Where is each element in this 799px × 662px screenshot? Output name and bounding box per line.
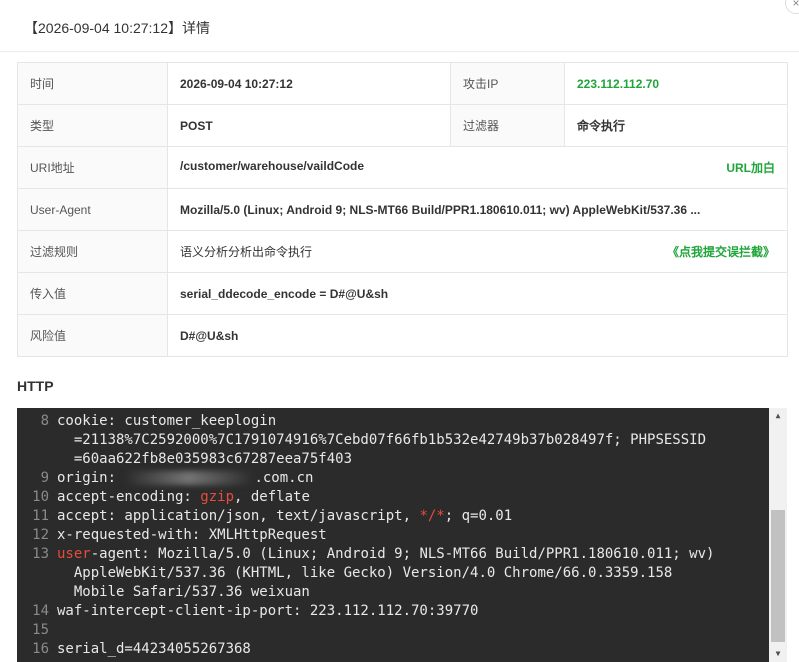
code-text: accept-encoding: gzip, deflate [57,489,310,505]
rule-label: 过滤规则 [17,230,168,273]
code-text: origin: .com.cn [57,470,314,486]
row-user-agent: User-Agent Mozilla/5.0 (Linux; Android 9… [17,188,788,231]
uri-cell: /customer/warehouse/vaildCode URL加白 [167,146,788,189]
code-text: waf-intercept-client-ip-port: 223.112.11… [57,603,479,619]
line-number: 12 [32,527,49,543]
http-section-title: HTTP [17,378,54,394]
filter-value: 命令执行 [564,104,788,147]
rule-value: 语义分析分析出命令执行 [180,245,313,259]
row-time: 时间 2026-09-04 10:27:12 攻击IP 223.112.112.… [17,62,788,105]
code-text: x-requested-with: XMLHttpRequest [57,527,327,543]
input-label: 传入值 [17,272,168,315]
code-line: 15 [17,621,769,640]
time-label: 时间 [17,62,168,105]
code-line: 12 x-requested-with: XMLHttpRequest [17,526,769,545]
time-value: 2026-09-04 10:27:12 [167,62,451,105]
code-lines: 8 cookie: customer_keeplogin =21138%7C259… [17,412,769,659]
line-number: 16 [32,641,49,657]
detail-table: 时间 2026-09-04 10:27:12 攻击IP 223.112.112.… [17,62,788,357]
row-risk: 风险值 D#@U&sh [17,314,788,357]
detail-dialog: 【2026-09-04 10:27:12】详情 × 时间 2026-09-04 … [0,0,799,662]
code-line: 8 cookie: customer_keeplogin =21138%7C259… [17,412,769,469]
redacted-host [124,471,255,485]
row-uri: URI地址 /customer/warehouse/vaildCode URL加… [17,146,788,189]
risk-value: D#@U&sh [167,314,788,357]
code-line: 13 user-agent: Mozilla/5.0 (Linux; Androi… [17,545,769,602]
uri-value: /customer/warehouse/vaildCode [180,159,365,173]
line-number: 9 [40,470,49,486]
line-number: 14 [32,603,49,619]
attack-ip-label: 攻击IP [450,62,565,105]
row-rule: 过滤规则 语义分析分析出命令执行 《点我提交误拦截》 [17,230,788,273]
url-whitelist-link[interactable]: URL加白 [726,159,775,176]
dialog-title: 【2026-09-04 10:27:12】详情 [24,20,210,36]
highlighted-token: gzip [200,489,235,505]
code-text: cookie: customer_keeplogin =21138%7C2592… [57,413,707,467]
code-text: user-agent: Mozilla/5.0 (Linux; Android … [57,546,715,600]
scroll-thumb[interactable] [771,510,785,642]
line-number: 13 [32,546,49,562]
code-line: 9 origin: .com.cn [17,469,769,488]
input-value: serial_ddecode_encode = D#@U&sh [167,272,788,315]
ua-label: User-Agent [17,188,168,231]
code-line: 11 accept: application/json, text/javascr… [17,507,769,526]
attack-ip-value: 223.112.112.70 [564,62,788,105]
filter-label: 过滤器 [450,104,565,147]
scroll-down-icon[interactable]: ▼ [769,646,787,662]
row-input: 传入值 serial_ddecode_encode = D#@U&sh [17,272,788,315]
type-value: POST [167,104,451,147]
code-scrollbar[interactable]: ▲ ▼ [769,408,787,662]
rule-cell: 语义分析分析出命令执行 《点我提交误拦截》 [167,230,788,273]
row-type: 类型 POST 过滤器 命令执行 [17,104,788,147]
line-number: 11 [32,508,49,524]
uri-label: URI地址 [17,146,168,189]
code-line: 10 accept-encoding: gzip, deflate [17,488,769,507]
dialog-header: 【2026-09-04 10:27:12】详情 [0,0,799,52]
ua-value: Mozilla/5.0 (Linux; Android 9; NLS-MT66 … [167,188,788,231]
http-code-viewer[interactable]: 8 cookie: customer_keeplogin =21138%7C259… [17,408,787,662]
risk-label: 风险值 [17,314,168,357]
line-number: 15 [32,622,49,638]
line-number: 8 [40,413,49,429]
code-text: accept: application/json, text/javascrip… [57,508,513,524]
highlighted-token: */* [419,508,445,524]
highlighted-token: user [57,546,91,562]
type-label: 类型 [17,104,168,147]
line-number: 10 [32,489,49,505]
code-line: 16 serial_d=44234055267368 [17,640,769,659]
report-false-positive-link[interactable]: 《点我提交误拦截》 [667,243,775,260]
code-text: serial_d=44234055267368 [57,641,251,657]
scroll-up-icon[interactable]: ▲ [769,408,787,424]
code-line: 14 waf-intercept-client-ip-port: 223.112.… [17,602,769,621]
